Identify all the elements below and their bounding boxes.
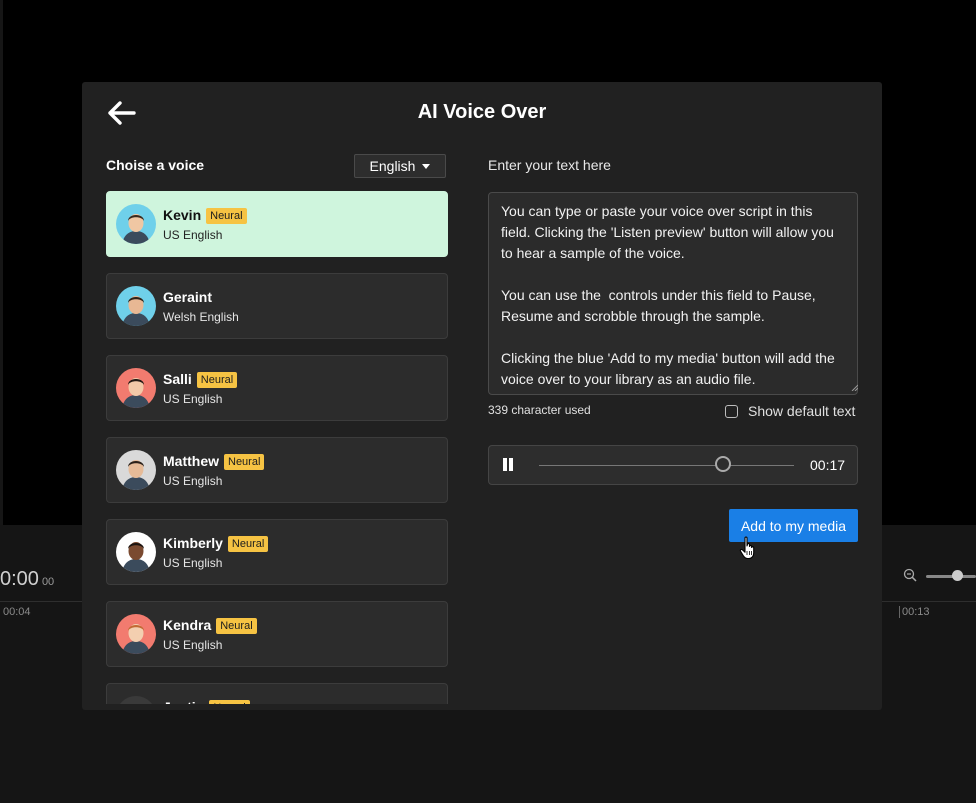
character-count: 339 character used — [488, 403, 591, 417]
voice-name: Kevin Neural — [163, 207, 247, 224]
neural-badge: Neural — [209, 700, 250, 704]
voices-panel-title: Choise a voice — [106, 157, 205, 173]
avatar — [116, 532, 156, 572]
voice-card-matthew[interactable]: Matthew Neural US English — [106, 437, 448, 503]
voice-name: JustinNeural — [163, 699, 250, 704]
voice-accent: US English — [163, 638, 223, 652]
language-dropdown[interactable]: English — [354, 154, 446, 178]
voice-list[interactable]: Kevin Neural US English Geraint Welsh Englis… — [106, 191, 448, 704]
voice-name: Salli Neural — [163, 371, 238, 388]
zoom-slider[interactable] — [926, 575, 976, 578]
voice-card-kevin[interactable]: Kevin Neural US English — [106, 191, 448, 257]
neural-badge: Neural — [227, 536, 269, 552]
show-default-label: Show default text — [748, 403, 856, 419]
voice-accent: Welsh English — [163, 310, 239, 324]
voice-accent: US English — [163, 556, 223, 570]
voice-name: Geraint — [163, 289, 213, 305]
zoom-slider-handle[interactable] — [952, 570, 963, 581]
voice-card-justin[interactable]: JustinNeural — [106, 683, 448, 704]
seek-bar[interactable] — [539, 465, 794, 466]
text-panel-title: Enter your text here — [488, 157, 611, 173]
pause-button[interactable] — [502, 458, 516, 472]
voice-card-salli[interactable]: Salli Neural US English — [106, 355, 448, 421]
ruler-tick-label: 00:04 — [3, 606, 31, 618]
neural-badge: Neural — [224, 454, 265, 470]
avatar — [116, 286, 156, 326]
neural-badge: Neural — [216, 618, 257, 634]
voice-card-geraint[interactable]: Geraint Welsh English — [106, 273, 448, 339]
voice-accent: US English — [163, 474, 223, 488]
ai-voice-over-modal: AI Voice Over Choise a voice English Kev… — [82, 82, 882, 710]
voice-name: Kimberly Neural — [163, 535, 269, 552]
avatar — [116, 368, 156, 408]
voice-accent: US English — [163, 228, 223, 242]
neural-badge: Neural — [196, 372, 238, 388]
show-default-text-toggle[interactable]: Show default text — [725, 403, 855, 419]
voice-name: Matthew Neural — [163, 453, 265, 470]
caret-down-icon — [422, 163, 431, 169]
show-default-checkbox[interactable] — [725, 404, 738, 418]
avatar — [116, 614, 156, 654]
avatar — [116, 204, 156, 244]
modal-title: AI Voice Over — [417, 101, 547, 123]
language-selected-label: English — [369, 158, 416, 174]
voice-card-kimberly[interactable]: Kimberly Neural US English — [106, 519, 448, 585]
seek-handle[interactable] — [714, 456, 731, 472]
timecode-display: 0:00 00 — [0, 568, 55, 590]
neural-badge: Neural — [206, 208, 247, 224]
avatar — [116, 450, 156, 490]
voice-accent: US English — [163, 392, 223, 406]
resize-handle-icon[interactable] — [851, 384, 858, 391]
voice-script-textarea[interactable]: You can type or paste your voice over sc… — [488, 192, 858, 395]
hand-pointer-icon — [739, 536, 755, 560]
zoom-out-icon[interactable] — [903, 568, 917, 582]
playback-time: 00:17 — [810, 457, 846, 473]
ruler-tick-label: 00:13 — [899, 606, 930, 618]
voice-card-kendra[interactable]: Kendra Neural US English — [106, 601, 448, 667]
audio-player: 00:17 — [488, 445, 858, 485]
voice-name: Kendra Neural — [163, 617, 257, 634]
avatar — [116, 696, 156, 704]
